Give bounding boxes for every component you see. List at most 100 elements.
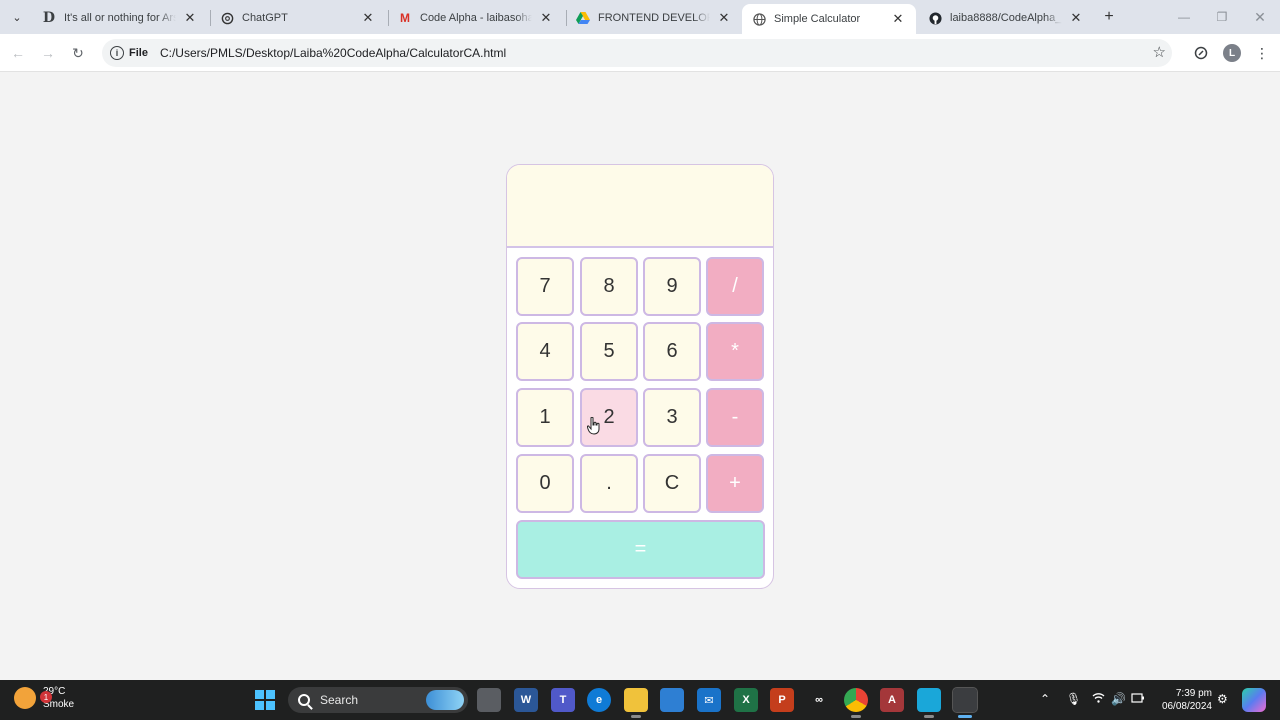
key-add[interactable]: + (706, 454, 764, 513)
tab-title: laiba8888/CodeAlpha_Calc (950, 12, 1062, 24)
close-icon[interactable]: ✕ (360, 10, 376, 26)
search-icon (298, 694, 310, 706)
store-icon[interactable] (660, 688, 684, 712)
info-icon[interactable]: i (110, 46, 124, 60)
wifi-icon[interactable] (1092, 692, 1105, 706)
address-bar[interactable]: i File C:/Users/PMLS/Desktop/Laiba%20Cod… (102, 39, 1172, 67)
bookmark-star-icon[interactable]: ☆ (1153, 43, 1166, 61)
snipping-tool-icon[interactable] (952, 687, 978, 713)
tab-title: ChatGPT (242, 12, 288, 24)
running-indicator (924, 715, 934, 718)
tab-search-button[interactable]: ⌄ (6, 6, 28, 28)
window-close-icon[interactable]: ✕ (1242, 6, 1278, 28)
battery-icon[interactable] (1131, 692, 1145, 707)
close-icon[interactable]: ✕ (182, 10, 198, 26)
gmail-icon: M (400, 11, 410, 25)
key-7[interactable]: 7 (516, 257, 574, 316)
chrome-icon[interactable] (844, 688, 868, 712)
notepad-icon[interactable] (917, 688, 941, 712)
system-clock[interactable]: 7:39 pm 06/08/2024 (1156, 687, 1212, 713)
tab-arsha[interactable]: D It's all or nothing for Arsha ✕ (32, 4, 208, 32)
clock-date: 06/08/2024 (1161, 701, 1212, 712)
excel-icon[interactable]: X (734, 688, 758, 712)
settings-gear-icon[interactable]: ⚙ (1217, 692, 1228, 706)
running-indicator (851, 715, 861, 718)
mail-icon[interactable]: ✉ (697, 688, 721, 712)
clock-time: 7:39 pm (1175, 688, 1212, 699)
close-icon[interactable]: ✕ (890, 11, 906, 27)
key-4[interactable]: 4 (516, 322, 574, 381)
key-1[interactable]: 1 (516, 388, 574, 447)
extensions-icon[interactable] (1191, 43, 1211, 63)
calculator: 7 8 9 / 4 5 6 * 1 2 3 - 0 . C + = (506, 164, 774, 589)
key-divide[interactable]: / (706, 257, 764, 316)
key-5[interactable]: 5 (580, 322, 638, 381)
task-view-icon[interactable] (477, 688, 501, 712)
word-icon[interactable]: W (514, 688, 538, 712)
new-tab-button[interactable]: + (1099, 7, 1119, 27)
minimize-icon[interactable]: — (1166, 6, 1202, 28)
close-icon[interactable]: ✕ (1068, 10, 1084, 26)
teams-icon[interactable]: T (551, 688, 575, 712)
reload-icon[interactable]: ↻ (67, 42, 89, 64)
url-text[interactable]: C:/Users/PMLS/Desktop/Laiba%20CodeAlpha/… (160, 46, 506, 60)
search-highlight-icon (426, 690, 464, 710)
key-equals[interactable]: = (516, 520, 765, 579)
tab-gmail[interactable]: M Code Alpha - laibasohail3o ✕ (388, 4, 564, 32)
key-9[interactable]: 9 (643, 257, 701, 316)
chevron-down-icon: ⌄ (12, 11, 22, 24)
close-icon[interactable]: ✕ (538, 10, 554, 26)
browser-toolbar: ← → ↻ i File C:/Users/PMLS/Desktop/Laiba… (0, 34, 1280, 72)
tab-github[interactable]: laiba8888/CodeAlpha_Calc ✕ (918, 4, 1094, 32)
tab-title: FRONTEND DEVELOPMEN (598, 12, 710, 24)
key-6[interactable]: 6 (643, 322, 701, 381)
infinity-app-icon[interactable]: ∞ (807, 688, 831, 712)
key-3[interactable]: 3 (643, 388, 701, 447)
key-clear[interactable]: C (643, 454, 701, 513)
copilot-icon[interactable] (1242, 688, 1266, 712)
windows-start-icon[interactable] (253, 688, 277, 712)
more-options-icon[interactable]: ⋮ (1252, 43, 1272, 63)
search-label: Search (320, 693, 359, 707)
back-arrow-icon[interactable]: ← (7, 42, 29, 64)
restore-icon[interactable]: ❐ (1204, 6, 1240, 28)
key-multiply[interactable]: * (706, 322, 764, 381)
access-icon[interactable]: A (880, 688, 904, 712)
chatgpt-icon (220, 11, 234, 25)
microphone-icon[interactable]: 🎙 (1066, 692, 1081, 706)
key-subtract[interactable]: - (706, 388, 764, 447)
forward-arrow-icon[interactable]: → (37, 42, 59, 64)
tab-title: Code Alpha - laibasohail3o (420, 12, 532, 24)
tab-drive[interactable]: FRONTEND DEVELOPMEN ✕ (566, 4, 742, 32)
key-0[interactable]: 0 (516, 454, 574, 513)
tab-simple-calculator[interactable]: Simple Calculator ✕ (742, 4, 916, 34)
key-8[interactable]: 8 (580, 257, 638, 316)
d-logo-icon: D (42, 10, 56, 26)
taskbar-search[interactable]: Search (288, 687, 468, 713)
notification-badge: 1 (40, 691, 52, 703)
weather-sun-icon (14, 687, 36, 709)
calculator-display (507, 165, 773, 248)
weather-widget[interactable]: 1 29°C Smoke (14, 685, 74, 711)
close-icon[interactable]: ✕ (716, 10, 732, 26)
hand-cursor-icon (587, 417, 600, 435)
tab-chatgpt[interactable]: ChatGPT ✕ (210, 4, 386, 32)
profile-avatar[interactable]: L (1222, 43, 1242, 63)
powerpoint-icon[interactable]: P (770, 688, 794, 712)
profile-initial: L (1223, 44, 1241, 62)
key-decimal[interactable]: . (580, 454, 638, 513)
volume-icon[interactable]: 🔊 (1111, 692, 1126, 706)
windows-taskbar: 1 29°C Smoke Search W T e ✉ X P ∞ A ⌃ 🎙 … (0, 680, 1280, 720)
show-hidden-icons-chevron[interactable]: ⌃ (1040, 692, 1050, 706)
tab-title: Simple Calculator (774, 13, 861, 25)
active-app-indicator (958, 715, 972, 718)
tab-title: It's all or nothing for Arsha (64, 12, 176, 24)
github-icon (928, 11, 942, 25)
edge-icon[interactable]: e (587, 688, 611, 712)
browser-tab-strip: ⌄ D It's all or nothing for Arsha ✕ Chat… (0, 0, 1280, 34)
file-explorer-icon[interactable] (624, 688, 648, 712)
scheme-chip[interactable]: File (129, 47, 148, 59)
running-indicator (631, 715, 641, 718)
globe-icon (752, 12, 766, 26)
drive-icon (576, 11, 590, 25)
